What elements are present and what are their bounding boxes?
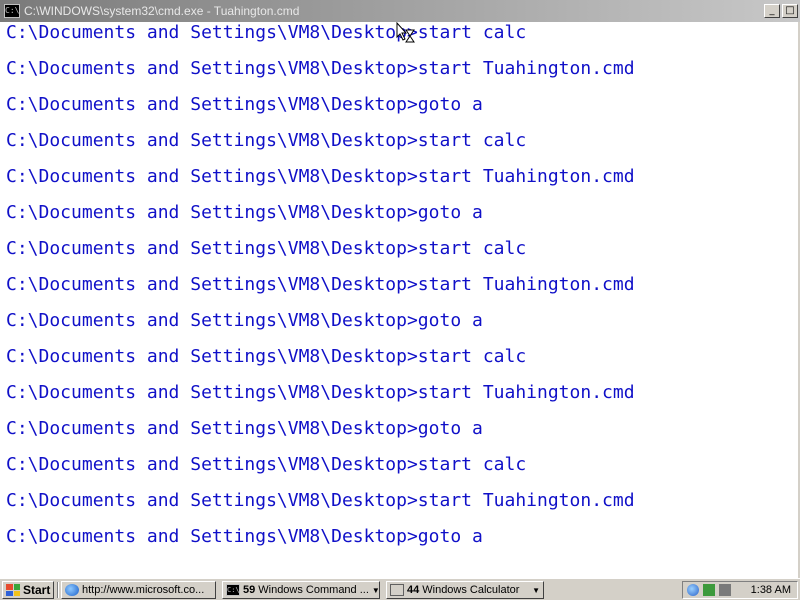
taskbar-separator xyxy=(57,582,59,598)
window-title: C:\WINDOWS\system32\cmd.exe - Tuahington… xyxy=(24,4,300,18)
console-line: C:\Documents and Settings\VM8\Desktop>st… xyxy=(6,58,635,79)
task-count: 44 xyxy=(407,584,420,596)
console-line: C:\Documents and Settings\VM8\Desktop>go… xyxy=(6,310,483,331)
console-line: C:\Documents and Settings\VM8\Desktop>go… xyxy=(6,418,483,439)
console-line: C:\Documents and Settings\VM8\Desktop>st… xyxy=(6,490,635,511)
chevron-down-icon: ▼ xyxy=(371,585,380,595)
console-output[interactable]: C:\Documents and Settings\VM8\Desktop>st… xyxy=(0,22,800,578)
console-line: C:\Documents and Settings\VM8\Desktop>st… xyxy=(6,274,635,295)
system-tray: 1:38 AM xyxy=(682,581,798,599)
console-line: C:\Documents and Settings\VM8\Desktop>st… xyxy=(6,346,527,367)
start-label: Start xyxy=(23,583,51,597)
console-line: C:\Documents and Settings\VM8\Desktop>go… xyxy=(6,526,483,547)
busy-cursor-icon xyxy=(396,22,415,43)
task-button-cmd-group[interactable]: C:\ 59 Windows Command ... ▼ xyxy=(222,581,380,599)
cmd-icon: C:\ xyxy=(226,584,240,596)
console-line: C:\Documents and Settings\VM8\Desktop>st… xyxy=(6,454,527,475)
window-title-bar[interactable]: C:\ C:\WINDOWS\system32\cmd.exe - Tuahin… xyxy=(0,0,800,22)
console-line: C:\Documents and Settings\VM8\Desktop>go… xyxy=(6,202,483,223)
task-count: 59 xyxy=(243,584,256,596)
cmd-app-icon[interactable]: C:\ xyxy=(4,4,20,18)
network-globe-icon[interactable] xyxy=(687,584,699,596)
minimize-button[interactable]: _ xyxy=(764,4,780,18)
taskbar: Start http://www.microsoft.co... C:\ 59 … xyxy=(0,578,800,600)
volume-icon[interactable] xyxy=(719,584,731,596)
console-line: C:\Documents and Settings\VM8\Desktop>st… xyxy=(6,382,635,403)
console-line: C:\Documents and Settings\VM8\Desktop>st… xyxy=(6,238,527,259)
start-button[interactable]: Start xyxy=(2,581,54,599)
task-label: Windows Command ... xyxy=(258,584,369,596)
task-button-ie[interactable]: http://www.microsoft.co... xyxy=(61,581,216,599)
console-line: C:\Documents and Settings\VM8\Desktop>st… xyxy=(6,130,527,151)
ie-icon xyxy=(65,584,79,596)
task-button-calculator-group[interactable]: 44 Windows Calculator ▼ xyxy=(386,581,544,599)
console-line: C:\Documents and Settings\VM8\Desktop>st… xyxy=(6,166,635,187)
task-label: http://www.microsoft.co... xyxy=(82,584,205,596)
console-line: C:\Documents and Settings\VM8\Desktop>go… xyxy=(6,94,483,115)
calculator-icon xyxy=(390,584,404,596)
maximize-button[interactable]: □ xyxy=(782,4,798,18)
chevron-down-icon: ▼ xyxy=(532,585,540,595)
windows-logo-icon xyxy=(6,584,20,596)
clock[interactable]: 1:38 AM xyxy=(751,584,791,596)
network-icon[interactable] xyxy=(703,584,715,596)
task-label: Windows Calculator xyxy=(422,584,520,596)
console-line: C:\Documents and Settings\VM8\Desktop>st… xyxy=(6,22,527,43)
